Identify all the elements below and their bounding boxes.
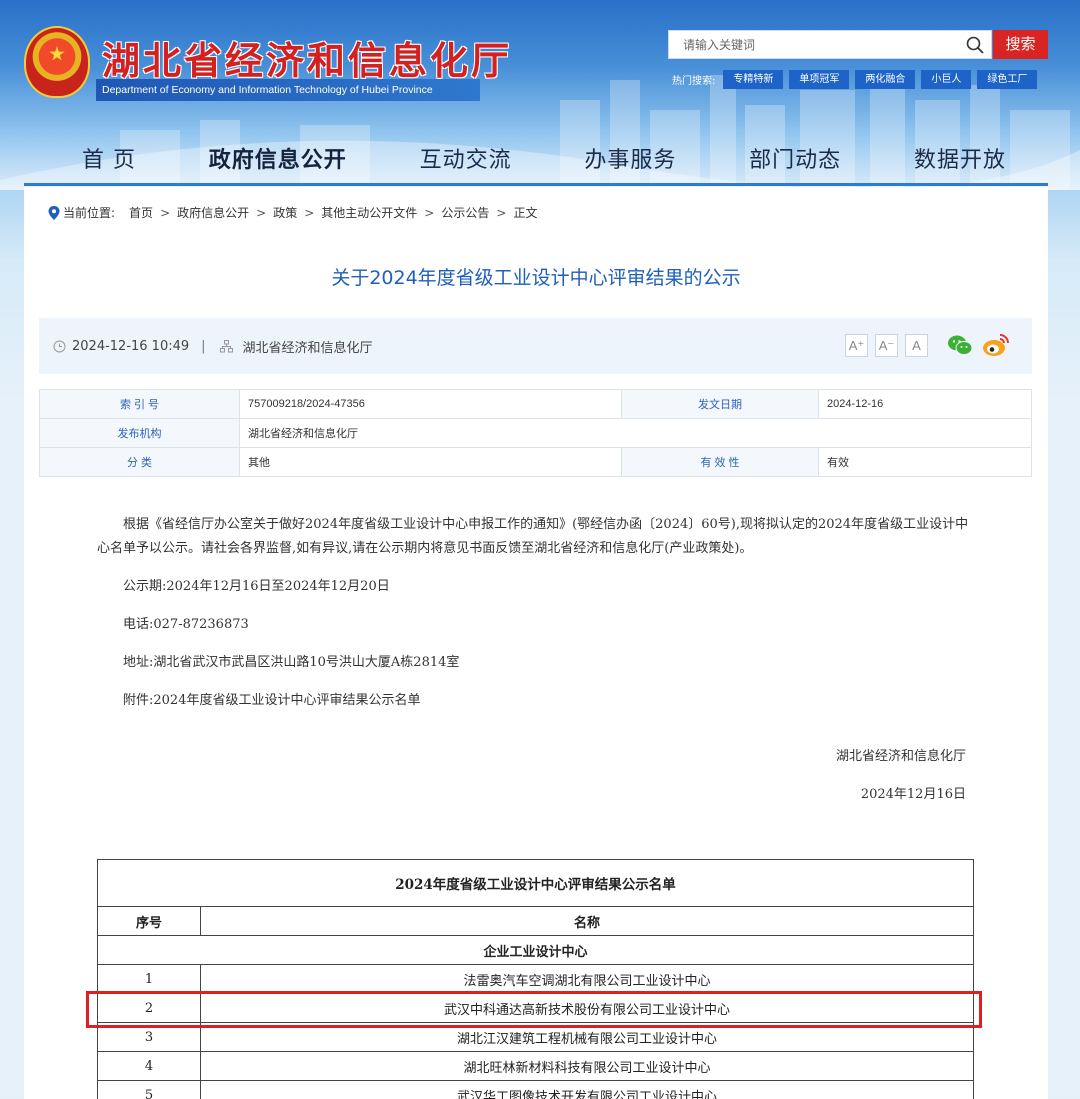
info-key: 索 引 号 <box>39 389 240 419</box>
table-title: 2024年度省级工业设计中心评审结果公示名单 <box>97 859 974 907</box>
column-header-name: 名称 <box>200 906 974 936</box>
main-nav: 首 页 政府信息公开 互动交流 办事服务 部门动态 数据开放 <box>24 132 1048 186</box>
nav-open-data[interactable]: 数据开放 <box>914 142 1006 174</box>
nav-services[interactable]: 办事服务 <box>584 142 676 174</box>
group-label: 企业工业设计中心 <box>97 935 974 965</box>
table-row: 分 类 其他 有 效 性 有效 <box>39 447 1032 477</box>
search-input[interactable] <box>669 31 949 58</box>
table-header-row: 序号 名称 <box>97 906 974 936</box>
row-name: 法雷奥汽车空调湖北有限公司工业设计中心 <box>200 964 974 994</box>
article-body: 根据《省经信厅办公室关于做好2024年度省级工业设计中心申报工作的通知》(鄂经信… <box>97 513 975 727</box>
search-button[interactable]: 搜索 <box>993 30 1048 59</box>
sign-organization: 湖北省经济和信息化厅 <box>835 749 966 764</box>
table-row: 4 湖北旺林新材料科技有限公司工业设计中心 <box>97 1051 974 1081</box>
row-number: 1 <box>97 964 201 994</box>
column-header-no: 序号 <box>97 906 201 936</box>
hot-tag[interactable]: 小巨人 <box>921 69 972 89</box>
info-value: 其他 <box>239 447 622 477</box>
info-key: 发文日期 <box>621 389 819 419</box>
nav-dept-news[interactable]: 部门动态 <box>749 142 841 174</box>
table-row: 2 武汉中科通达高新技术股份有限公司工业设计中心 <box>97 993 974 1023</box>
nav-gov-info[interactable]: 政府信息公开 <box>209 142 347 174</box>
info-key: 分 类 <box>39 447 240 477</box>
article-meta: 2024-12-16 10:49 | 湖北省经济和信息化厅 <box>53 337 373 356</box>
signature-block: 湖北省经济和信息化厅 2024年12月16日 <box>836 745 966 821</box>
row-number: 3 <box>97 1022 201 1052</box>
content-panel: 当前位置: 首页 > 政府信息公开 > 政策 > 其他主动公开文件 > 公示公告… <box>24 187 1048 1099</box>
table-row: 3 湖北江汉建筑工程机械有限公司工业设计中心 <box>97 1022 974 1052</box>
nav-interaction[interactable]: 互动交流 <box>420 142 512 174</box>
nav-home[interactable]: 首 页 <box>82 142 136 174</box>
organization-icon <box>219 340 233 353</box>
breadcrumb-item[interactable]: 其他主动公开文件 <box>321 204 417 221</box>
search-box <box>668 30 992 59</box>
body-paragraph: 公示期:2024年12月16日至2024年12月20日 <box>123 579 390 594</box>
site-subtitle: Department of Economy and Information Te… <box>96 79 480 101</box>
breadcrumb-item: 正文 <box>513 206 538 220</box>
sign-date: 2024年12月16日 <box>860 787 966 802</box>
meta-divider: | <box>201 339 206 354</box>
info-key: 发布机构 <box>39 418 240 448</box>
clock-icon <box>53 340 66 353</box>
font-size-controls: A⁺ A⁻ A <box>845 334 935 357</box>
row-number: 4 <box>97 1051 201 1081</box>
hot-tag[interactable]: 两化融合 <box>855 69 916 89</box>
body-paragraph: 根据《省经信厅办公室关于做好2024年度省级工业设计中心申报工作的通知》(鄂经信… <box>97 517 969 556</box>
hot-search: 热门搜索: 专精特新 单项冠军 两化融合 小巨人 绿色工厂 <box>672 69 1043 89</box>
breadcrumb-item[interactable]: 首页 <box>129 204 153 221</box>
article-source: 湖北省经济和信息化厅 <box>242 341 373 356</box>
breadcrumb-label: 当前位置: <box>63 206 116 220</box>
row-name: 武汉中科通达高新技术股份有限公司工业设计中心 <box>200 993 974 1023</box>
hot-tag[interactable]: 单项冠军 <box>789 69 850 89</box>
attachment-line: 附件:2024年度省级工业设计中心评审结果公示名单 <box>123 693 421 708</box>
search-icon[interactable] <box>965 35 985 55</box>
info-value: 湖北省经济和信息化厅 <box>239 418 1032 448</box>
article-title: 关于2024年度省级工业设计中心评审结果的公示 <box>331 267 741 289</box>
info-value: 2024-12-16 <box>818 389 1032 419</box>
header-banner: 湖北省经济和信息化厅 Department of Economy and Inf… <box>0 0 1080 190</box>
row-number: 5 <box>97 1080 201 1099</box>
table-row: 5 武汉华工图像技术开发有限公司工业设计中心 <box>97 1080 974 1099</box>
breadcrumb-separator: > <box>256 205 267 220</box>
table-row: 1 法雷奥汽车空调湖北有限公司工业设计中心 <box>97 964 974 994</box>
article-meta-bar: 2024-12-16 10:49 | 湖北省经济和信息化厅 A⁺ A⁻ A <box>39 318 1032 374</box>
national-emblem-logo <box>24 26 90 98</box>
body-paragraph: 地址:湖北省武汉市武昌区洪山路10号洪山大厦A栋2814室 <box>123 655 460 670</box>
breadcrumb-separator: > <box>496 205 507 220</box>
breadcrumb-separator: > <box>160 205 171 220</box>
row-name: 湖北江汉建筑工程机械有限公司工业设计中心 <box>200 1022 974 1052</box>
table-title-row: 2024年度省级工业设计中心评审结果公示名单 <box>97 859 974 907</box>
breadcrumb-item[interactable]: 政府信息公开 <box>177 204 249 221</box>
row-number: 2 <box>97 993 201 1023</box>
breadcrumb-item[interactable]: 公示公告 <box>441 204 489 221</box>
weibo-share-icon[interactable] <box>982 332 1010 358</box>
site-title: 湖北省经济和信息化厅 <box>102 38 513 83</box>
hot-search-label: 热门搜索: <box>672 75 716 87</box>
breadcrumb-separator: > <box>304 205 315 220</box>
row-name: 湖北旺林新材料科技有限公司工业设计中心 <box>200 1051 974 1081</box>
info-key: 有 效 性 <box>621 447 819 477</box>
font-reset-button[interactable]: A <box>905 334 928 357</box>
publish-datetime: 2024-12-16 10:49 <box>72 339 190 354</box>
table-row: 索 引 号 757009218/2024-47356 发文日期 2024-12-… <box>39 389 1032 419</box>
hot-tag[interactable]: 绿色工厂 <box>977 69 1038 89</box>
table-group-row: 企业工业设计中心 <box>97 935 974 965</box>
body-paragraph: 电话:027-87236873 <box>123 617 249 632</box>
row-name: 武汉华工图像技术开发有限公司工业设计中心 <box>200 1080 974 1099</box>
table-row: 发布机构 湖北省经济和信息化厅 <box>39 418 1032 448</box>
hot-tag[interactable]: 专精特新 <box>723 69 784 89</box>
info-value: 757009218/2024-47356 <box>239 389 622 419</box>
font-decrease-button[interactable]: A⁻ <box>875 334 898 357</box>
document-info-table: 索 引 号 757009218/2024-47356 发文日期 2024-12-… <box>39 389 1032 477</box>
font-increase-button[interactable]: A⁺ <box>845 334 868 357</box>
breadcrumb-separator: > <box>424 205 435 220</box>
info-value: 有效 <box>818 447 1032 477</box>
wechat-share-icon[interactable] <box>947 334 973 356</box>
result-list-table: 2024年度省级工业设计中心评审结果公示名单 序号 名称 企业工业设计中心 1 … <box>97 859 974 1099</box>
location-pin-icon <box>48 205 60 220</box>
breadcrumb: 当前位置: 首页 > 政府信息公开 > 政策 > 其他主动公开文件 > 公示公告… <box>48 204 537 221</box>
breadcrumb-item[interactable]: 政策 <box>273 204 297 221</box>
